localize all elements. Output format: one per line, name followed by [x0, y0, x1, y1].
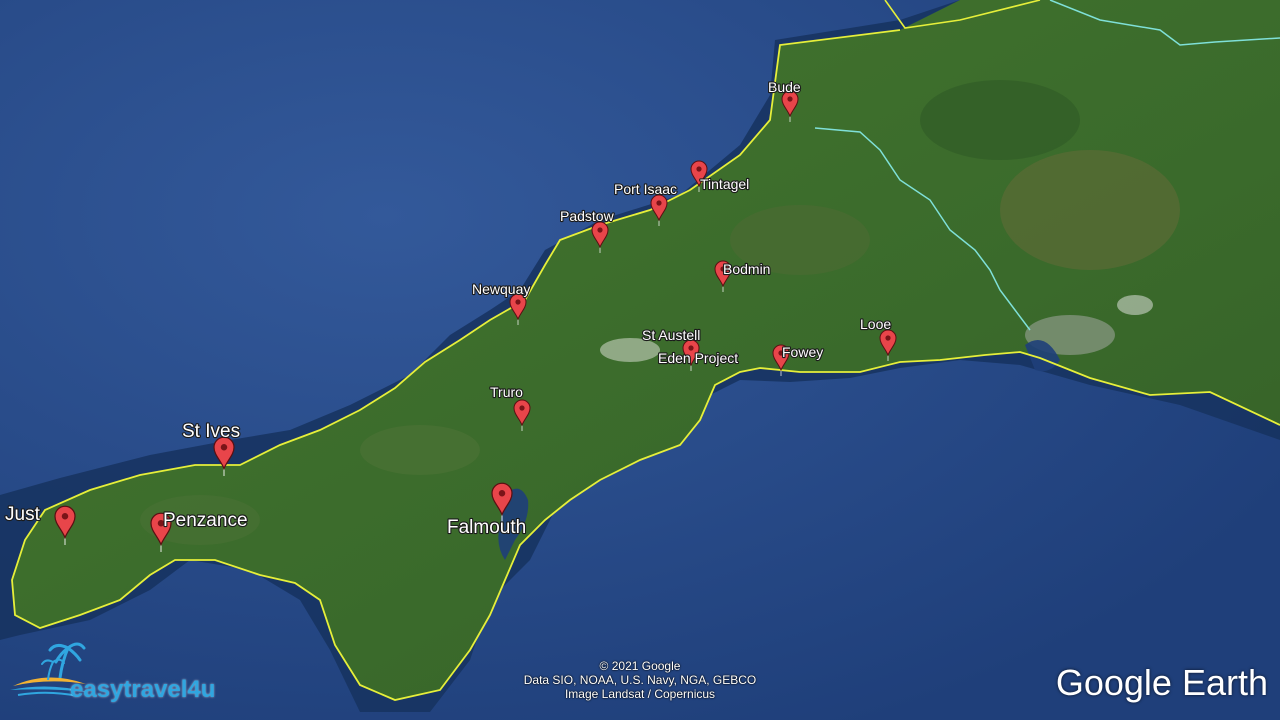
- place-label-bude: Bude: [768, 79, 801, 95]
- place-label-eden-project: Eden Project: [658, 350, 738, 366]
- place-label-port-isaac: Port Isaac: [614, 181, 677, 197]
- place-label-just: Just: [5, 504, 41, 525]
- brand-name: easytravel4u: [70, 676, 216, 703]
- urban-area-east: [1117, 295, 1153, 315]
- google-earth-logo: Google Earth: [1055, 662, 1268, 703]
- imagery-source-text: Image Landsat / Copernicus: [564, 687, 716, 701]
- place-label-penzance: Penzance: [163, 510, 248, 531]
- copyright-text: © 2021 Google: [599, 659, 681, 673]
- truro-area: [360, 425, 480, 475]
- map-attribution: © 2021 Google Data SIO, NOAA, U.S. Navy,…: [490, 659, 790, 701]
- brand-logo: easytravel4u: [8, 640, 228, 710]
- place-label-padstow: Padstow: [560, 208, 615, 224]
- place-label-st-ives: St Ives: [182, 421, 240, 442]
- place-label-looe: Looe: [860, 316, 891, 332]
- dark-valley: [920, 80, 1080, 160]
- place-label-st-austell: St Austell: [642, 327, 700, 343]
- place-label-newquay: Newquay: [472, 281, 530, 297]
- place-label-bodmin: Bodmin: [723, 261, 770, 277]
- place-label-fowey: Fowey: [782, 344, 823, 360]
- place-label-falmouth: Falmouth: [447, 517, 526, 538]
- moorland-dartmoor: [1000, 150, 1180, 270]
- place-label-tintagel: Tintagel: [700, 176, 749, 192]
- data-sources-text: Data SIO, NOAA, U.S. Navy, NGA, GEBCO: [523, 673, 757, 687]
- satellite-map[interactable]: Bude Tintagel Port Isaac Padstow Bodmin Newqu…: [0, 0, 1280, 720]
- place-label-truro: Truro: [490, 384, 523, 400]
